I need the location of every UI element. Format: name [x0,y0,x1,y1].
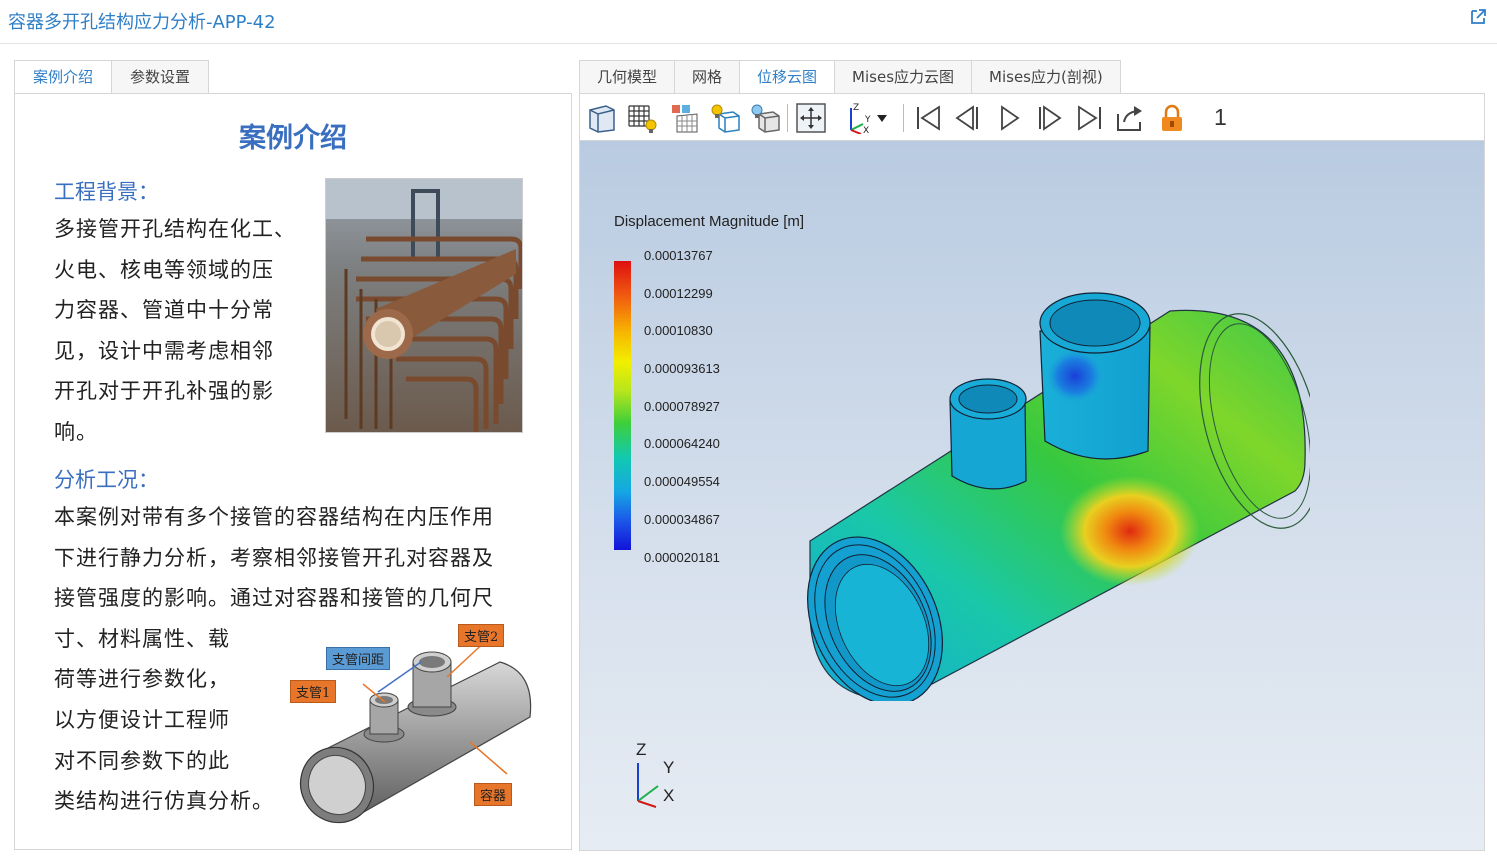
wireframe-light-icon[interactable] [708,102,742,134]
label-spacing: 支管间距 [326,647,391,670]
text-line: 响。 [54,419,98,444]
case-title: 案例介绍 [239,123,347,154]
legend-tick: 0.00013767 [644,248,713,263]
tab-mesh[interactable]: 网格 [674,60,741,94]
svg-text:X: X [863,126,869,134]
frame-number: 1 [1214,104,1227,130]
legend-tick: 0.00010830 [644,323,713,338]
tab-mises[interactable]: Mises应力云图 [834,60,973,94]
fit-view-icon[interactable] [794,102,828,134]
play-icon[interactable] [992,102,1026,134]
text-line: 多接管开孔结构在化工、 [54,217,296,241]
result-tab-bar: 几何模型 网格 位移云图 Mises应力云图 Mises应力(剖视) [579,60,1121,95]
mesh-view-icon[interactable] [668,102,702,134]
axis-y-label: Y [663,758,675,777]
axis-x-label: X [663,786,675,805]
text-line: 力容器、管道中十分常 [54,298,274,323]
legend-tick: 0.000093613 [644,361,720,376]
legend-tick: 0.000064240 [644,436,720,451]
text-line: 下进行静力分析，考察相邻接管开孔对容器及 [54,545,494,570]
vessel-photo [325,178,523,433]
left-tab-bar: 案例介绍 参数设置 [14,60,210,95]
background-heading: 工程背景： [54,180,159,204]
text-line: 火电、核电等领域的压 [54,257,274,282]
legend-tick: 0.00012299 [644,286,713,301]
toolbar-separator [787,104,788,132]
prev-frame-icon[interactable] [951,102,985,134]
tab-displacement[interactable]: 位移云图 [739,60,836,95]
text-line: 接管强度的影响。通过对容器和接管的几何尺 [54,586,494,611]
title-bar: 容器多开孔结构应力分析-APP-42 [0,0,1497,44]
case-intro-panel: 案例介绍 工程背景： 多接管开孔结构在化工、 火电、核电等领域的压 力容器、管道… [14,93,572,850]
legend-colorbar [614,261,631,550]
label-branch1: 支管1 [290,680,337,703]
text-line: 见，设计中需考虑相邻 [54,338,274,363]
mesh-light-icon[interactable] [625,102,659,134]
viewer-toolbar: ZYX 1 [579,93,1485,141]
displacement-contour-model [807,292,1310,701]
svg-text:Z: Z [853,103,859,113]
background-text: 多接管开孔结构在化工、 火电、核电等领域的压 力容器、管道中十分常 见，设计中需… [54,209,296,453]
legend-tick: 0.000034867 [644,512,720,527]
legend-tick: 0.000049554 [644,474,720,489]
tab-geometry[interactable]: 几何模型 [579,60,676,94]
surface-light-icon[interactable] [748,102,782,134]
solid-view-icon[interactable] [585,102,619,134]
next-frame-icon[interactable] [1032,102,1066,134]
tab-case-intro[interactable]: 案例介绍 [14,60,113,95]
label-vessel: 容器 [474,783,513,806]
legend-tick: 0.000078927 [644,399,720,414]
tab-parameters[interactable]: 参数设置 [111,60,210,94]
axis-orientation-icon[interactable]: ZYX [842,102,876,134]
first-frame-icon[interactable] [911,102,945,134]
analysis-heading: 分析工况： [54,468,159,492]
toolbar-separator [903,104,904,132]
axis-z-label: Z [636,740,647,759]
legend-tick: 0.000020181 [644,550,720,565]
last-frame-icon[interactable] [1073,102,1107,134]
text-line: 本案例对带有多个接管的容器结构在内压作用 [54,505,494,529]
app-title: 容器多开孔结构应力分析-APP-42 [8,12,276,33]
popout-icon[interactable] [1469,8,1487,26]
legend-title: Displacement Magnitude [m] [614,213,805,230]
result-viewport[interactable]: Displacement Magnitude [m] 0.00013767 0.… [579,140,1485,851]
lock-icon[interactable] [1155,102,1189,134]
tab-mises-section[interactable]: Mises应力(剖视) [971,60,1121,94]
label-branch2: 支管2 [458,624,505,647]
text-line: 开孔对于开孔补强的影 [54,379,274,404]
dropdown-arrow-icon[interactable] [872,102,892,134]
export-icon[interactable] [1113,102,1147,134]
svg-text:Y: Y [864,115,871,125]
